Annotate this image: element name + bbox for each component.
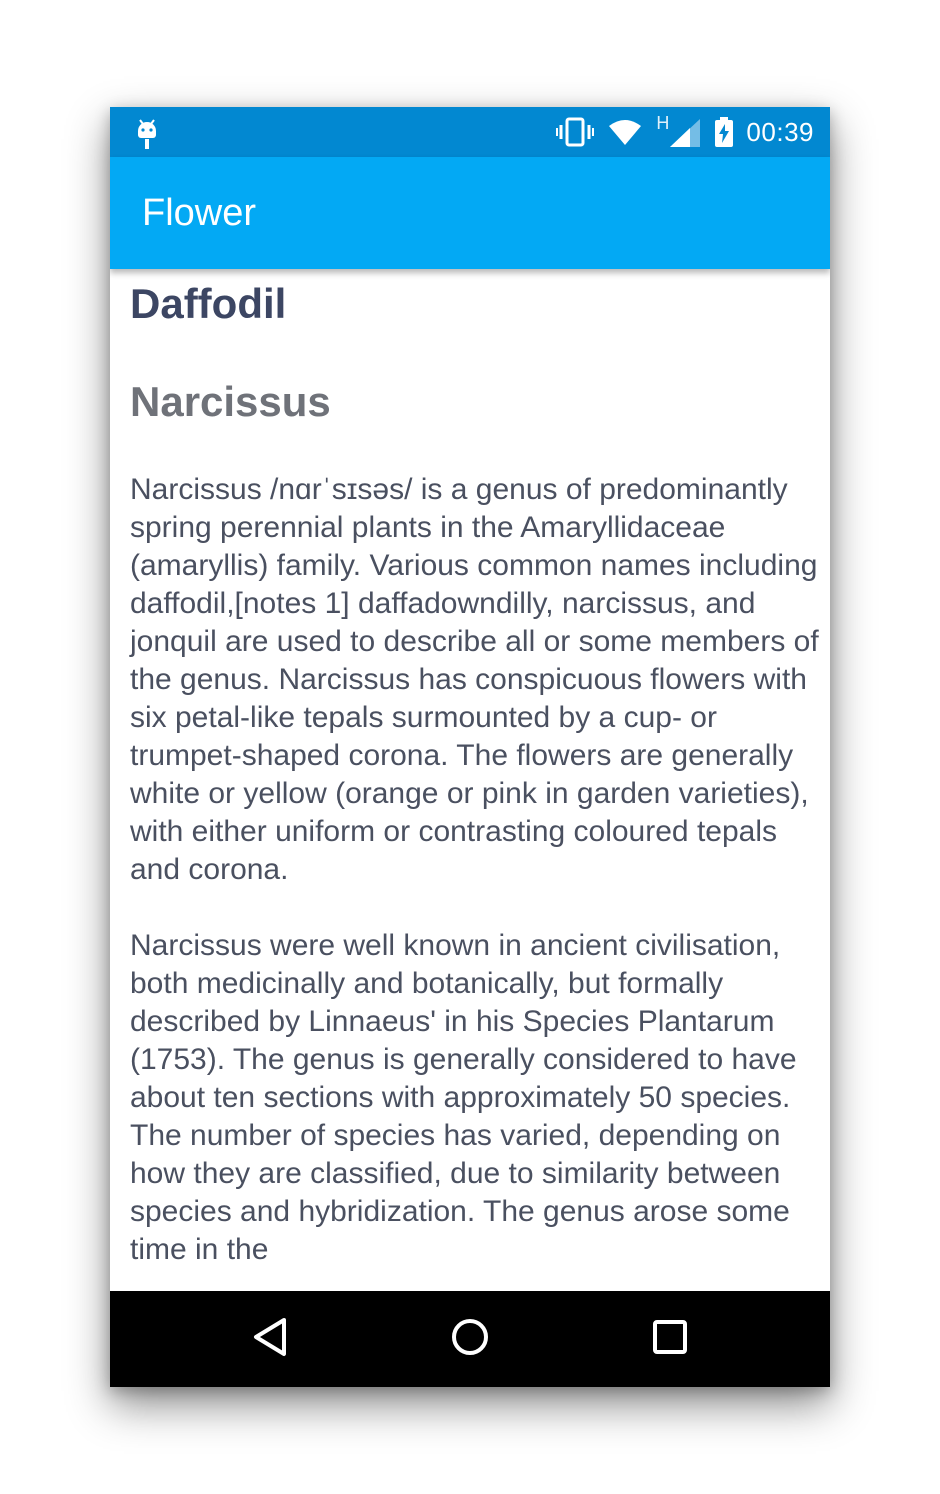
home-icon [450,1317,490,1362]
app-bar: Flower [110,157,830,269]
status-time: 00:39 [746,116,814,147]
network-type-label: H [656,113,670,133]
flower-detail: Daffodil Narcissus Narcissus /nɑrˈsɪsəs/… [110,269,830,1269]
battery-charging-icon [714,117,734,147]
phone-screen: H 00:39 Flower Daffodil Narcissus Narcis… [110,107,830,1387]
status-bar: H 00:39 [110,107,830,157]
back-icon [252,1317,288,1362]
flower-name: Daffodil [130,280,287,327]
vibrate-icon [556,117,595,147]
cell-signal-icon: H [656,113,701,147]
app-title: Flower [142,192,257,234]
recents-icon [652,1319,688,1360]
home-button[interactable] [446,1315,494,1363]
flower-genus: Narcissus [130,378,331,425]
recents-button[interactable] [646,1315,694,1363]
back-button[interactable] [246,1315,294,1363]
status-icons: H 00:39 [542,107,814,157]
navigation-bar [110,1291,830,1387]
android-debug-icon [134,117,160,149]
screenshot-page: H 00:39 Flower Daffodil Narcissus Narcis… [0,0,940,1494]
wifi-icon [608,118,642,146]
flower-description: Narcissus /nɑrˈsɪsəs/ is a genus of pred… [130,473,819,1266]
flower-detail-scroll[interactable]: Daffodil Narcissus Narcissus /nɑrˈsɪsəs/… [110,269,830,1291]
